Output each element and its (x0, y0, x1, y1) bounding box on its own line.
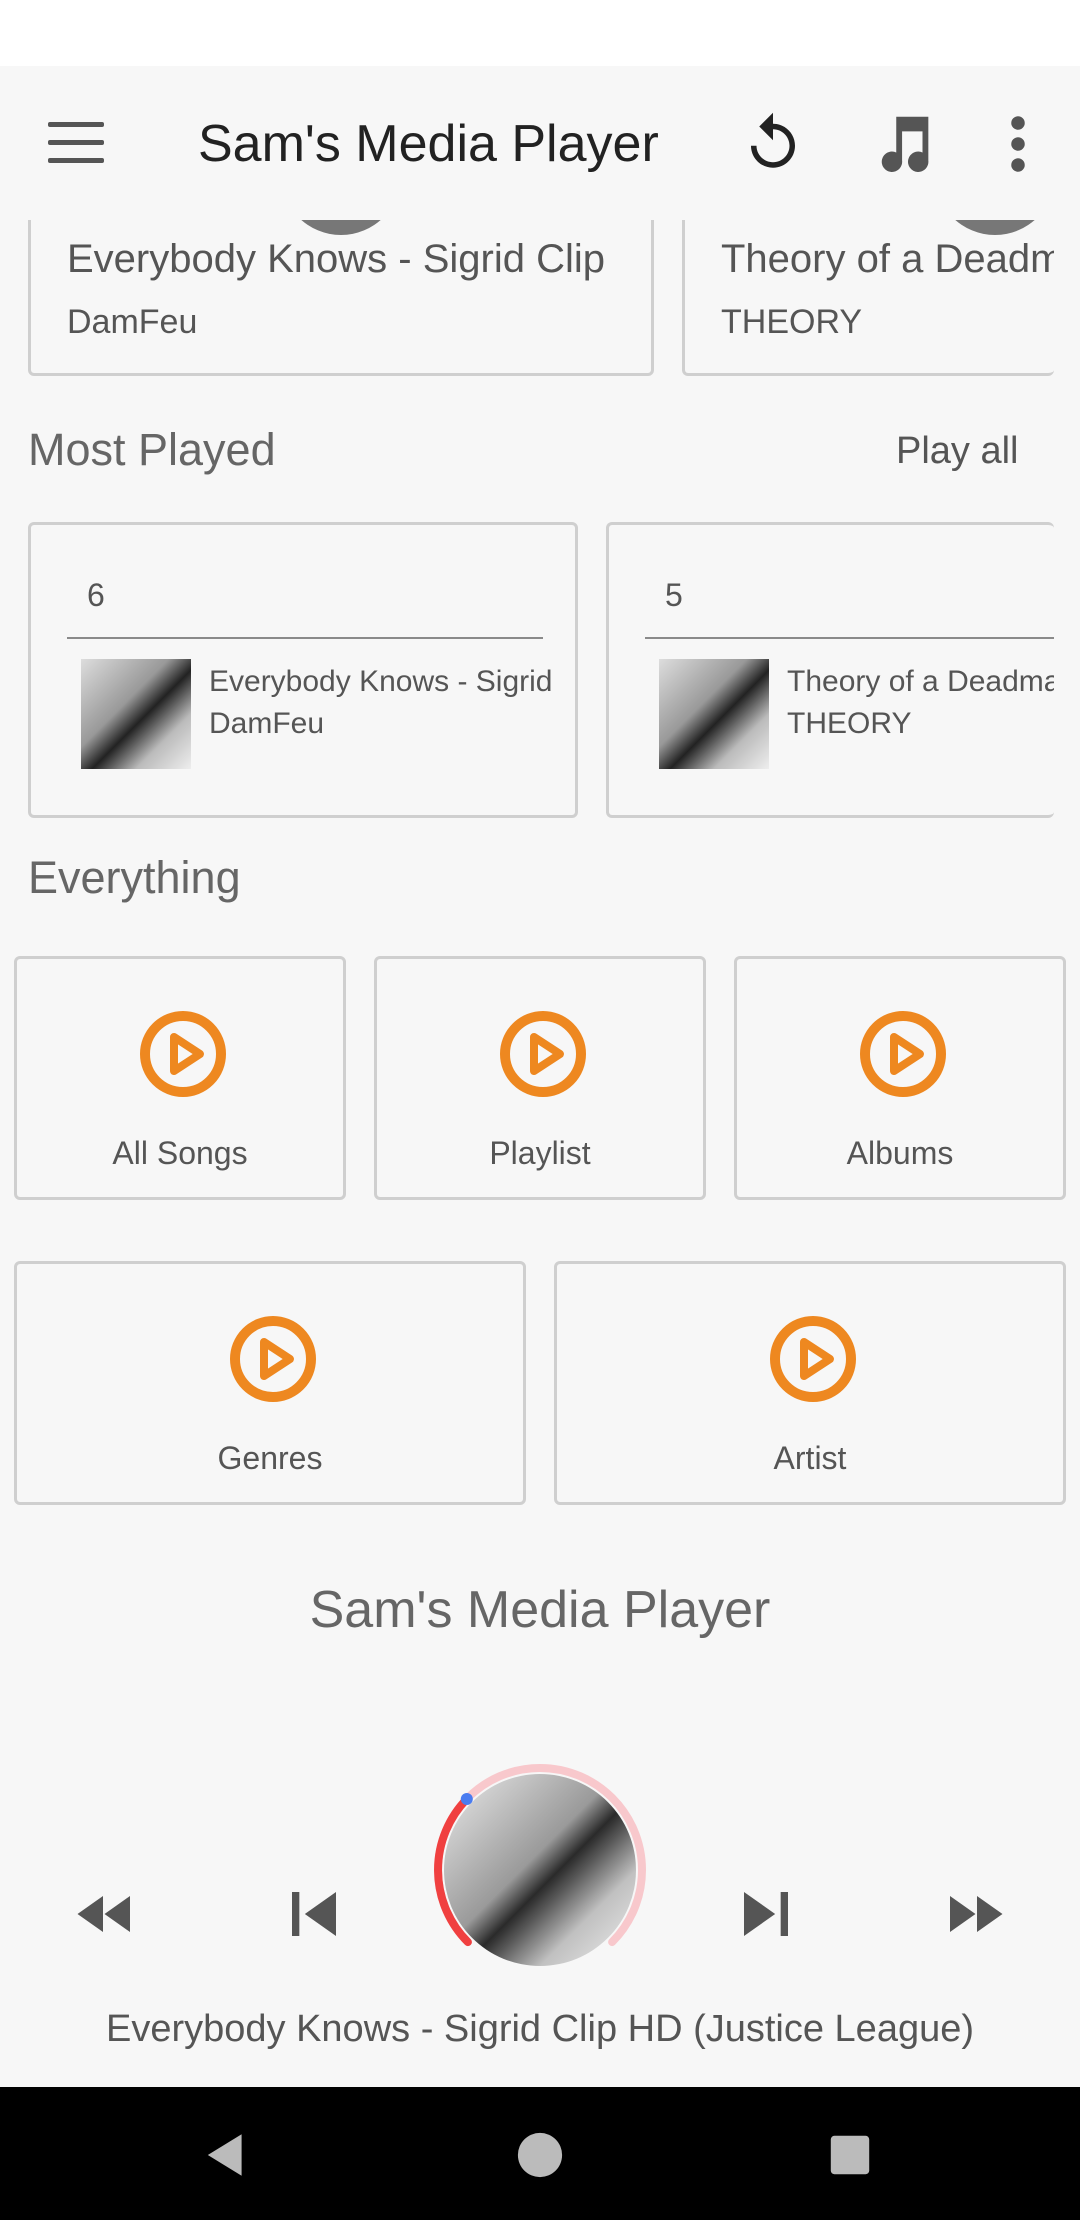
app-title: Sam's Media Player (198, 115, 659, 173)
song-artist: THEORY (721, 303, 863, 341)
category-label: All Songs (112, 1135, 248, 1171)
play-circle-icon (500, 1011, 586, 1097)
category-all-songs[interactable]: All Songs (14, 956, 346, 1200)
menu-icon[interactable] (44, 118, 108, 170)
category-artist[interactable]: Artist (554, 1261, 1066, 1505)
divider (645, 637, 1054, 639)
category-albums[interactable]: Albums (734, 956, 1066, 1200)
category-label: Playlist (489, 1135, 591, 1171)
album-art (81, 659, 191, 769)
song-artist: DamFeu (209, 707, 325, 740)
album-art (659, 659, 769, 769)
rewind-icon[interactable] (70, 1878, 142, 1950)
nav-back-icon[interactable] (200, 2129, 252, 2181)
most-played-card[interactable]: 6 Everybody Knows - Sigrid DamFeu (28, 522, 578, 818)
status-bar (0, 0, 1080, 66)
play-all-button[interactable]: Play all (896, 430, 1019, 473)
category-label: Artist (773, 1440, 847, 1476)
nav-home-icon[interactable] (514, 2129, 566, 2181)
app-bar: Sam's Media Player (0, 66, 1080, 220)
most-played-card[interactable]: 5 Theory of a Deadman THEORY (606, 522, 1054, 818)
more-vert-icon[interactable] (1000, 114, 1036, 174)
nav-recents-icon[interactable] (826, 2131, 874, 2179)
skip-next-icon[interactable] (722, 1870, 810, 1958)
play-count: 5 (665, 577, 683, 613)
footer-title: Sam's Media Player (309, 1581, 771, 1639)
album-art (281, 220, 401, 235)
play-count: 6 (87, 577, 105, 613)
song-artist: THEORY (787, 707, 912, 740)
divider (67, 637, 543, 639)
play-circle-icon (140, 1011, 226, 1097)
play-circle-icon (860, 1011, 946, 1097)
skip-previous-icon[interactable] (270, 1870, 358, 1958)
song-title: Everybody Knows - Sigrid (209, 665, 553, 698)
play-circle-icon (770, 1316, 856, 1402)
now-playing-title: Everybody Knows - Sigrid Clip HD (Justic… (105, 2008, 975, 2050)
category-playlist[interactable]: Playlist (374, 956, 706, 1200)
play-circle-icon (230, 1316, 316, 1402)
category-label: Genres (217, 1440, 323, 1476)
refresh-icon[interactable] (740, 110, 806, 176)
song-title: Everybody Knows - Sigrid Clip (67, 237, 605, 281)
song-artist: DamFeu (67, 303, 198, 341)
fast-forward-icon[interactable] (938, 1878, 1010, 1950)
music-note-icon[interactable] (870, 108, 940, 178)
song-title: Theory of a Deadman (721, 237, 1054, 281)
recent-card[interactable]: Theory of a Deadman THEORY (682, 220, 1054, 376)
mini-player: Everybody Knows - Sigrid Clip HD (Justic… (0, 1740, 1080, 2090)
recent-card[interactable]: Everybody Knows - Sigrid Clip DamFeu (28, 220, 654, 376)
category-label: Albums (846, 1135, 954, 1171)
most-played-heading: Most Played (28, 424, 276, 475)
song-title: Theory of a Deadman (787, 665, 1054, 698)
category-genres[interactable]: Genres (14, 1261, 526, 1505)
album-art (935, 220, 1054, 235)
system-nav-bar (0, 2087, 1080, 2220)
everything-heading: Everything (28, 852, 241, 903)
album-art-progress[interactable] (430, 1760, 650, 1980)
